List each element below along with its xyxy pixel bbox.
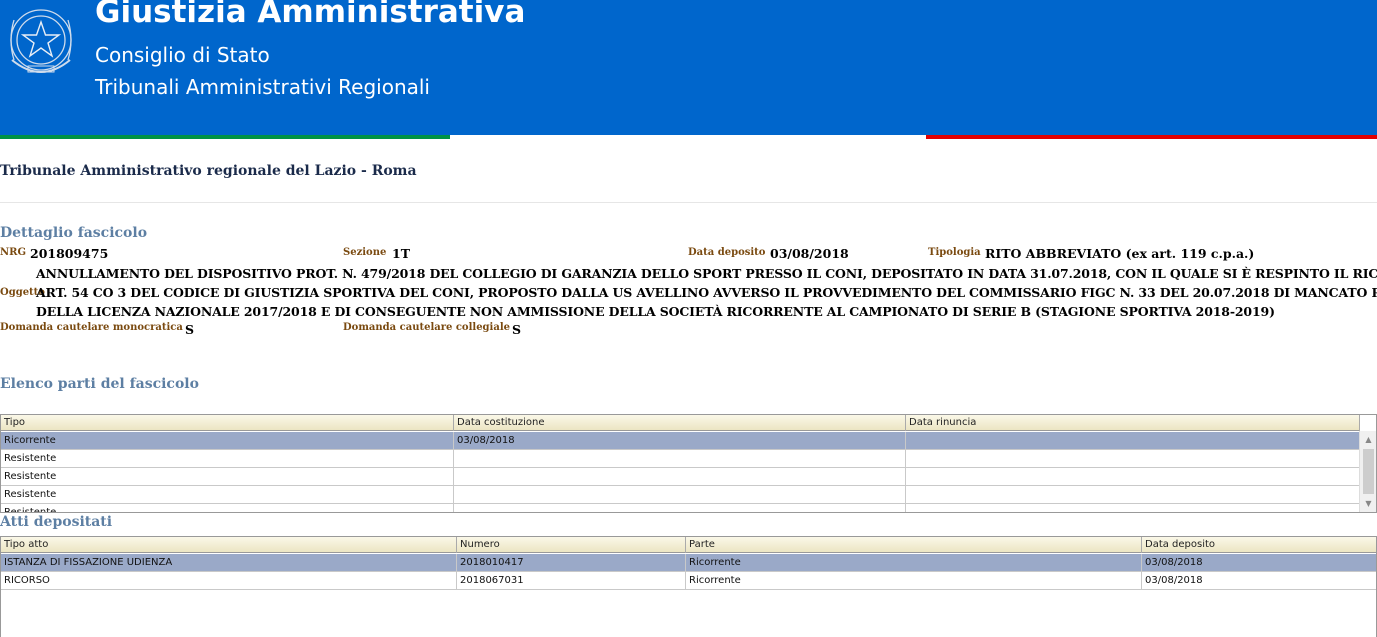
table-row[interactable]: ISTANZA DI FISSAZIONE UDIENZA 2018010417… bbox=[1, 554, 1376, 572]
cell-data-rinuncia bbox=[906, 504, 1360, 512]
cell-tipo-atto: ISTANZA DI FISSAZIONE UDIENZA bbox=[1, 554, 457, 572]
oggetto-line: ART. 54 CO 3 DEL CODICE DI GIUSTIZIA SPO… bbox=[36, 285, 1377, 300]
table-row[interactable]: Resistente bbox=[1, 468, 1360, 486]
parti-col-data-rinuncia[interactable]: Data rinuncia bbox=[906, 415, 1360, 431]
cautelare-collegiale-label: Domanda cautelare collegiale bbox=[343, 322, 510, 333]
tricolor-green bbox=[0, 135, 450, 139]
site-header: Giustizia Amministrativa Consiglio di St… bbox=[0, 0, 1377, 136]
cautelare-monocratica-value: S bbox=[185, 322, 195, 337]
divider bbox=[0, 202, 1377, 203]
cell-data-rinuncia bbox=[906, 468, 1360, 486]
scroll-up-arrow-icon[interactable]: ▲ bbox=[1360, 431, 1376, 448]
oggetto-line: ANNULLAMENTO DEL DISPOSITIVO PROT. N. 47… bbox=[36, 266, 1377, 281]
cell-data-deposito: 03/08/2018 bbox=[1145, 557, 1203, 568]
tipologia-label: Tipologia bbox=[928, 247, 981, 258]
oggetto-line: DELLA LICENZA NAZIONALE 2017/2018 E DI C… bbox=[36, 304, 1275, 319]
atti-table-header: Tipo atto Numero Parte Data deposito bbox=[1, 537, 1376, 553]
cell-numero: 2018010417 bbox=[457, 554, 686, 572]
table-row[interactable]: RICORSO 2018067031 Ricorrente 03/08/2018 bbox=[1, 572, 1376, 590]
parti-scrollbar[interactable]: ▲ ▼ bbox=[1359, 431, 1376, 512]
cell-parte: Ricorrente bbox=[686, 554, 1142, 572]
site-subtitle-consiglio: Consiglio di Stato bbox=[95, 43, 270, 67]
sezione-label: Sezione bbox=[343, 247, 387, 258]
cell-tipo: Ricorrente bbox=[1, 432, 454, 450]
cautelare-collegiale-value: S bbox=[512, 322, 522, 337]
dettaglio-heading: Dettaglio fascicolo bbox=[0, 225, 148, 241]
atti-col-parte[interactable]: Parte bbox=[686, 537, 1142, 553]
sezione-value: 1T bbox=[392, 246, 410, 261]
parti-table: Tipo Data costituzione Data rinuncia Ric… bbox=[0, 414, 1377, 513]
table-row[interactable]: Resistente bbox=[1, 504, 1360, 512]
atti-col-tipo-atto[interactable]: Tipo atto bbox=[1, 537, 457, 553]
cell-data-costituzione bbox=[454, 450, 906, 468]
cell-tipo: Resistente bbox=[1, 504, 454, 512]
nrg-value: 201809475 bbox=[30, 246, 109, 261]
cell-tipo: Resistente bbox=[1, 486, 454, 504]
scroll-down-arrow-icon[interactable]: ▼ bbox=[1360, 495, 1376, 512]
table-row[interactable]: Resistente bbox=[1, 450, 1360, 468]
cell-tipo: Resistente bbox=[1, 450, 454, 468]
data-deposito-label: Data deposito bbox=[688, 247, 766, 258]
atti-col-numero[interactable]: Numero bbox=[457, 537, 686, 553]
cell-data-costituzione bbox=[454, 504, 906, 512]
tipologia-value: RITO ABBREVIATO (ex art. 119 c.p.a.) bbox=[985, 246, 1255, 261]
cell-parte: Ricorrente bbox=[686, 572, 1142, 590]
data-deposito-value: 03/08/2018 bbox=[770, 246, 849, 261]
parti-heading: Elenco parti del fascicolo bbox=[0, 376, 199, 392]
tricolor-red bbox=[926, 135, 1377, 139]
cautelare-monocratica-label: Domanda cautelare monocratica bbox=[0, 322, 183, 333]
court-title: Tribunale Amministrativo regionale del L… bbox=[0, 163, 417, 179]
atti-col-data-deposito[interactable]: Data deposito bbox=[1142, 537, 1376, 553]
parti-col-data-costituzione[interactable]: Data costituzione bbox=[454, 415, 906, 431]
cell-data-costituzione bbox=[454, 468, 906, 486]
tricolor-stripe bbox=[0, 135, 1377, 139]
parti-table-header: Tipo Data costituzione Data rinuncia bbox=[1, 415, 1360, 431]
cell-numero: 2018067031 bbox=[457, 572, 686, 590]
scrollbar-thumb[interactable] bbox=[1363, 449, 1374, 494]
cell-data-rinuncia bbox=[906, 450, 1360, 468]
cell-tipo: Resistente bbox=[1, 468, 454, 486]
tricolor-white bbox=[450, 135, 926, 139]
cell-data-costituzione bbox=[454, 486, 906, 504]
cell-data-costituzione: 03/08/2018 bbox=[454, 432, 906, 450]
italian-republic-emblem-icon bbox=[10, 9, 72, 73]
table-row[interactable]: Ricorrente 03/08/2018 bbox=[1, 432, 1360, 450]
cell-data-rinuncia bbox=[906, 432, 1360, 450]
parti-col-tipo[interactable]: Tipo bbox=[1, 415, 454, 431]
atti-heading: Atti depositati bbox=[0, 514, 113, 530]
cell-data-rinuncia bbox=[906, 486, 1360, 504]
atti-table: Tipo atto Numero Parte Data deposito IST… bbox=[0, 536, 1377, 637]
site-title: Giustizia Amministrativa bbox=[95, 0, 526, 30]
cell-data-deposito: 03/08/2018 bbox=[1145, 575, 1203, 586]
nrg-label: NRG bbox=[0, 247, 26, 258]
site-subtitle-tar: Tribunali Amministrativi Regionali bbox=[95, 75, 430, 99]
table-row[interactable]: Resistente bbox=[1, 486, 1360, 504]
cell-tipo-atto: RICORSO bbox=[1, 572, 457, 590]
